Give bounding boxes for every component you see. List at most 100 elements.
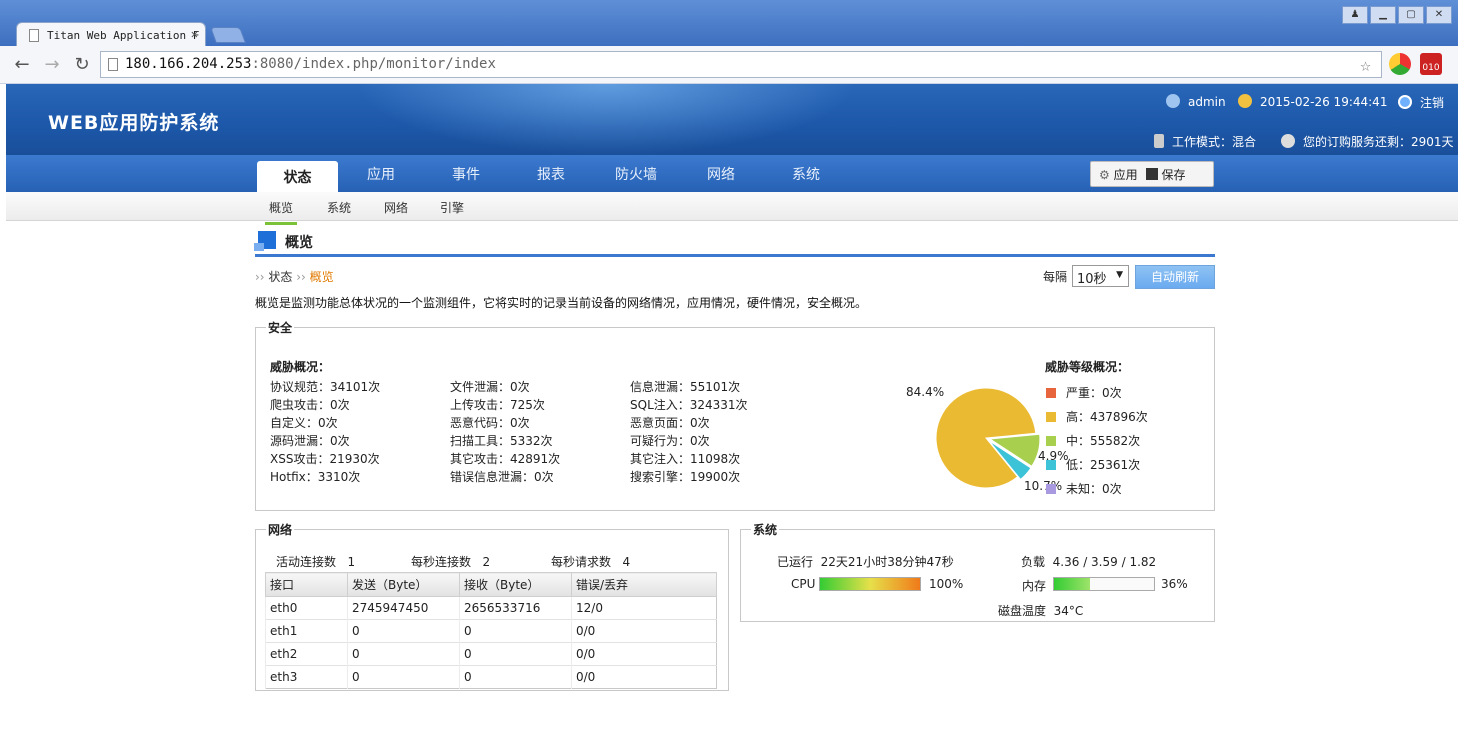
page-icon — [108, 58, 118, 71]
table-row: eth2 0 0 0/0 — [265, 642, 717, 666]
threat-stat: 其它注入：11098次 — [630, 452, 741, 466]
table-cell: 0 — [459, 665, 572, 689]
subscription-info: 您的订购服务还剩：2901天 — [1281, 133, 1454, 150]
tab-network[interactable]: 网络 — [686, 155, 756, 192]
extension-010-icon[interactable]: 010 — [1420, 53, 1442, 75]
pie-label: 84.4% — [906, 385, 944, 399]
threat-stat: Hotfix：3310次 — [270, 470, 361, 484]
user-info: admin — [1166, 94, 1226, 109]
back-icon[interactable]: ← — [10, 54, 34, 75]
app-title: WEB应用防护系统 — [48, 112, 220, 134]
memory-percent: 36% — [1161, 577, 1188, 591]
user-icon[interactable]: ♟ — [1342, 6, 1368, 24]
table-cell: eth0 — [265, 596, 348, 620]
users-icon — [1166, 94, 1180, 108]
legend-swatch — [1046, 388, 1056, 398]
app-header: WEB应用防护系统 admin 2015-02-26 19:44:41 注销 工… — [6, 84, 1458, 155]
table-cell: 0/0 — [571, 665, 717, 689]
security-legend: 安全 — [268, 321, 293, 335]
threat-stat: XSS攻击：21930次 — [270, 452, 380, 466]
auto-refresh-button[interactable]: 自动刷新 — [1135, 265, 1215, 289]
table-cell: eth1 — [265, 619, 348, 643]
address-bar[interactable]: 180.166.204.253:8080/index.php/monitor/i… — [100, 51, 1382, 78]
tab-application[interactable]: 应用 — [346, 155, 416, 192]
info-icon — [1281, 134, 1295, 148]
work-mode: 工作模式：混合 — [1154, 133, 1256, 150]
threat-stat: 上传攻击：725次 — [450, 398, 545, 412]
tab-events[interactable]: 事件 — [431, 155, 501, 192]
table-cell: 0/0 — [571, 619, 717, 643]
url-path: :8080/index.php/monitor/index — [251, 56, 496, 72]
maximize-icon[interactable]: ▢ — [1398, 6, 1424, 24]
breadcrumb-root[interactable]: 状态 — [268, 270, 292, 284]
threat-stat: 扫描工具：5332次 — [450, 434, 553, 448]
tab-system[interactable]: 系统 — [771, 155, 841, 192]
new-tab-button[interactable] — [210, 27, 246, 43]
table-row: eth3 0 0 0/0 — [265, 665, 717, 689]
sub-nav: 概览 系统 网络 引擎 — [6, 192, 1458, 225]
apply-button[interactable]: ⚙ 应用 — [1099, 166, 1138, 183]
table-cell: 2745947450 — [347, 596, 460, 620]
table-cell: 12/0 — [571, 596, 717, 620]
floppy-icon — [1145, 167, 1158, 180]
close-tab-icon[interactable]: ✕ — [191, 27, 198, 41]
table-row: eth1 0 0 0/0 — [265, 619, 717, 643]
load: 负载 4.36 / 3.59 / 1.82 — [1021, 555, 1157, 569]
requests-per-second: 每秒请求数 4 — [551, 555, 631, 569]
threat-level-item: 严重：0次 — [1046, 384, 1122, 401]
memory-label: 内存 — [1022, 579, 1047, 593]
threat-stat: 自定义：0次 — [270, 416, 338, 430]
reload-icon[interactable]: ↻ — [70, 54, 94, 75]
page-description: 概览是监测功能总体状况的一个监测组件，它将实时的记录当前设备的网络情况，应用情况… — [255, 296, 868, 310]
memory-bar — [1053, 577, 1155, 591]
threat-stat: 错误信息泄漏：0次 — [450, 470, 554, 484]
system-legend: 系统 — [753, 523, 778, 537]
system-panel: 系统 已运行 22天21小时38分钟47秒 负载 4.36 / 3.59 / 1… — [740, 521, 1215, 622]
browser-toolbar: ← → ↻ 180.166.204.253:8080/index.php/mon… — [0, 46, 1458, 84]
subtab-overview[interactable]: 概览 — [265, 199, 298, 225]
browser-tab[interactable]: Titan Web Application F ✕ — [16, 22, 206, 48]
page-title: 概览 — [285, 235, 313, 251]
threat-level-item: 未知：0次 — [1046, 480, 1122, 497]
minimize-icon[interactable]: ▁ — [1370, 6, 1396, 24]
subtab-network[interactable]: 网络 — [384, 199, 408, 216]
interval-label: 每隔 — [1043, 270, 1068, 284]
save-button[interactable]: 保存 — [1145, 166, 1185, 183]
threat-stat: 源码泄漏：0次 — [270, 434, 350, 448]
breadcrumb-current: 概览 — [309, 270, 334, 284]
gear-icon: ⚙ — [1099, 167, 1110, 182]
close-window-icon[interactable]: ✕ — [1426, 6, 1452, 24]
tab-title: Titan Web Application F — [47, 29, 200, 42]
subtab-engine[interactable]: 引擎 — [440, 199, 464, 216]
tab-firewall[interactable]: 防火墙 — [601, 155, 671, 192]
subtab-system[interactable]: 系统 — [327, 199, 351, 216]
threat-level-item: 高：437896次 — [1046, 408, 1148, 425]
apply-save-toolbar: ⚙ 应用 保存 — [1090, 161, 1214, 187]
table-cell: 2656533716 — [459, 596, 572, 620]
threat-stat: 搜索引擎：19900次 — [630, 470, 741, 484]
col-sent: 发送（Byte） — [347, 572, 460, 597]
book-icon — [1154, 134, 1164, 148]
threat-stat: 其它攻击：42891次 — [450, 452, 561, 466]
connections-per-second: 每秒连接数 2 — [411, 555, 491, 569]
extension-icon[interactable] — [1389, 53, 1411, 75]
legend-swatch — [1046, 460, 1056, 470]
table-cell: 0 — [347, 665, 460, 689]
username: admin — [1188, 95, 1226, 109]
forward-icon[interactable]: → — [40, 54, 64, 75]
interface-table: 接口 发送（Byte） 接收（Byte） 错误/丢弃 eth0 274594745… — [265, 572, 717, 689]
legend-swatch — [1046, 436, 1056, 446]
url-host: 180.166.204.253 — [125, 56, 252, 72]
tab-status[interactable]: 状态 — [257, 161, 338, 192]
table-cell: 0 — [347, 619, 460, 643]
window-controls: ♟ ▁ ▢ ✕ — [1342, 6, 1452, 24]
col-received: 接收（Byte） — [459, 572, 572, 597]
bookmark-star-icon[interactable]: ☆ — [1360, 55, 1371, 76]
threat-stat: SQL注入：324331次 — [630, 398, 748, 412]
interval-select[interactable]: 10秒 ▼ — [1072, 265, 1129, 287]
logout-link[interactable]: 注销 — [1398, 94, 1444, 111]
table-cell: 0 — [347, 642, 460, 666]
tab-reports[interactable]: 报表 — [516, 155, 586, 192]
security-panel: 安全 威胁概况： 协议规范：34101次 文件泄漏：0次 信息泄漏：55101次 爬虫… — [255, 319, 1215, 511]
table-cell: eth3 — [265, 665, 348, 689]
